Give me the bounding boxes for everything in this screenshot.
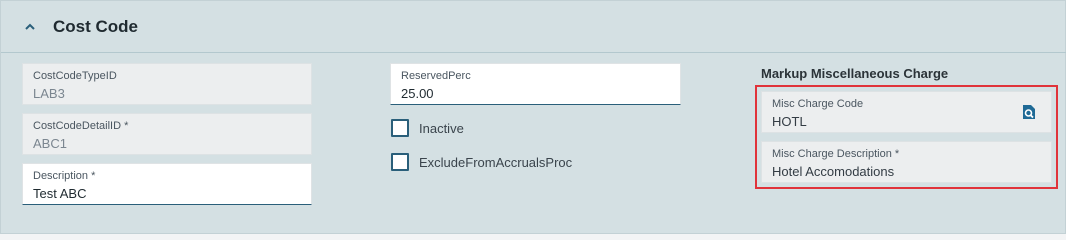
inactive-checkbox[interactable] [391, 119, 409, 137]
cost-code-detail-id-field[interactable]: CostCodeDetailID * ABC1 [22, 113, 312, 155]
markup-group-title: Markup Miscellaneous Charge [761, 66, 949, 81]
field-value: HOTL [772, 114, 807, 129]
exclude-accruals-label: ExcludeFromAccrualsProc [419, 155, 573, 170]
field-value[interactable]: 25.00 [401, 86, 434, 101]
inactive-label: Inactive [419, 121, 464, 136]
inactive-checkbox-row[interactable]: Inactive [391, 119, 591, 139]
description-field[interactable]: Description * Test ABC [22, 163, 312, 205]
field-label: Description * [33, 170, 96, 182]
field-label: ReservedPerc [401, 70, 471, 82]
misc-charge-code-field[interactable]: Misc Charge Code HOTL [761, 91, 1052, 133]
field-label: Misc Charge Description * [772, 148, 900, 160]
field-label: Misc Charge Code [772, 98, 864, 110]
misc-charge-description-field[interactable]: Misc Charge Description * Hotel Accomoda… [761, 141, 1052, 183]
field-value: Hotel Accomodations [772, 164, 895, 179]
search-lookup-icon[interactable] [1021, 104, 1037, 120]
exclude-accruals-checkbox[interactable] [391, 153, 409, 171]
cost-code-type-id-field[interactable]: CostCodeTypeID LAB3 [22, 63, 312, 105]
section-header[interactable]: Cost Code [1, 1, 1066, 53]
field-label: CostCodeDetailID * [33, 120, 129, 132]
field-value: LAB3 [33, 86, 65, 101]
chevron-up-icon[interactable] [23, 20, 37, 34]
section-title: Cost Code [53, 17, 138, 36]
field-value[interactable]: Test ABC [33, 186, 86, 201]
field-label: CostCodeTypeID [33, 70, 117, 82]
reserved-perc-field[interactable]: ReservedPerc 25.00 [390, 63, 681, 105]
cost-code-panel: Cost Code CostCodeTypeID LAB3 CostCodeDe… [0, 0, 1066, 234]
field-value: ABC1 [33, 136, 67, 151]
exclude-accruals-checkbox-row[interactable]: ExcludeFromAccrualsProc [391, 153, 641, 173]
